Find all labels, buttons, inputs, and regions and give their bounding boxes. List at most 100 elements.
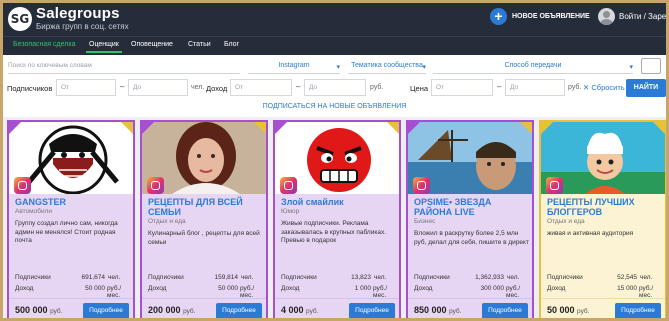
listing-card[interactable]: GANGSTER Автомобили Группу создал лично … (7, 120, 135, 318)
site-header: SG Salegroups Биржа групп в соц. сетях +… (3, 3, 666, 36)
income-from-input[interactable]: От (230, 79, 292, 96)
details-button[interactable]: Подробнее (615, 303, 661, 318)
details-button[interactable]: Подробнее (83, 303, 129, 318)
listing-title[interactable]: Злой смайлик (281, 197, 399, 207)
income-stat-unit: руб./мес. (107, 285, 122, 299)
listing-category: Юмор (281, 208, 300, 215)
listing-price: 500 000 руб. (15, 305, 62, 315)
price-value: 4 000 (281, 305, 304, 315)
subscribers-to-input[interactable]: До (128, 79, 188, 96)
listing-title[interactable]: РЕЦЕПТЫ ДЛЯ ВСЕЙ СЕМЬИ (148, 197, 266, 217)
income-stat-label: Доход (414, 285, 433, 292)
range-dash: – (296, 82, 301, 91)
user-icon[interactable] (598, 8, 615, 25)
listing-price: 4 000 руб. (281, 305, 318, 315)
nav-item-articles[interactable]: Статьи (188, 41, 211, 48)
login-label[interactable]: Войти / Зарегистрироваться (619, 12, 666, 21)
listing-title[interactable]: РЕЦЕПТЫ ЛУЧШИХ БЛОГГЕРОВ (547, 197, 665, 217)
subscribers-stat-value: 159,814 (214, 274, 239, 281)
pin-corner-icon (408, 122, 420, 134)
listing-title[interactable]: OPSIME• ЗВЕЗДА РАЙОНА LIVE (414, 197, 532, 217)
price-value: 850 000 (414, 305, 447, 315)
listing-body: РЕЦЕПТЫ ДЛЯ ВСЕЙ СЕМЬИ Отдых и еда Кулин… (142, 194, 266, 299)
new-ad-button[interactable]: + НОВОЕ ОБЪЯВЛЕНИЕ (490, 8, 590, 25)
listing-card-featured[interactable]: РЕЦЕПТЫ ЛУЧШИХ БЛОГГЕРОВ Отдых и еда жив… (539, 120, 666, 318)
chevron-down-icon: ▾ (422, 64, 426, 71)
price-unit: руб. (306, 308, 319, 315)
listing-price: 200 000 руб. (148, 305, 195, 315)
reset-button[interactable]: ✕ Сбросить (583, 83, 625, 92)
listing-body: РЕЦЕПТЫ ЛУЧШИХ БЛОГГЕРОВ Отдых и еда жив… (541, 194, 665, 299)
subscribers-from-input[interactable]: От (56, 79, 116, 96)
subscribers-label: Подписчиков (7, 84, 53, 93)
chevron-down-icon: ▾ (629, 64, 633, 71)
listing-card[interactable]: Злой смайлик Юмор Живые подписчики. Рекл… (273, 120, 401, 318)
price-to-input[interactable]: До (505, 79, 565, 96)
instagram-icon (546, 177, 563, 194)
listing-category: Бизнес (414, 218, 436, 225)
listing-body: GANGSTER Автомобили Группу создал лично … (9, 194, 133, 299)
site-tagline: Биржа групп в соц. сетях (36, 22, 129, 31)
income-stat-label: Доход (281, 285, 300, 292)
reset-label: Сбросить (591, 83, 625, 92)
nav-item-safe-deal[interactable]: Безопасная сделка (13, 41, 75, 48)
subscribers-stat-value: 1,362,933 (475, 274, 504, 281)
platform-value: Instagram (278, 62, 310, 69)
listing-body: Злой смайлик Юмор Живые подписчики. Рекл… (275, 194, 399, 299)
listing-title[interactable]: GANGSTER (15, 197, 133, 207)
listing-footer: 50 000 руб. Подробнее (541, 298, 665, 318)
plus-icon[interactable]: + (490, 8, 507, 25)
nav-item-alerts[interactable]: Оповещение (131, 41, 173, 48)
listing-footer: 850 000 руб. Подробнее (408, 298, 532, 318)
details-button[interactable]: Подробнее (482, 303, 528, 318)
verified-corner-icon (653, 122, 665, 134)
listing-category: Отдых и еда (547, 218, 585, 225)
subscribers-stat-label: Подписчики (547, 274, 583, 281)
listing-description: Живые подписчики. Реклама заказывалась в… (281, 220, 386, 244)
verified-corner-icon (121, 122, 133, 134)
platform-select[interactable]: Instagram ▾ (248, 60, 340, 74)
extra-filter-button[interactable] (641, 58, 661, 74)
subscribers-stat-label: Подписчики (148, 274, 184, 281)
subscribers-stat-unit: чел. (108, 274, 121, 281)
details-button[interactable]: Подробнее (216, 303, 262, 318)
search-input[interactable]: Поиск по ключевым словам (8, 60, 240, 74)
listing-description: Группу создал лично сам, никогда админ н… (15, 220, 118, 244)
nav-item-blog[interactable]: Блог (224, 41, 239, 48)
income-stat-value: 15 000 (617, 285, 637, 292)
login-link[interactable]: Войти / Зарегистрироваться (598, 8, 666, 25)
income-stat-label: Доход (15, 285, 34, 292)
new-ad-label[interactable]: НОВОЕ ОБЪЯВЛЕНИЕ (512, 13, 590, 20)
subscribers-stat-label: Подписчики (15, 274, 51, 281)
subscribers-stat-unit: чел. (640, 274, 653, 281)
price-value: 200 000 (148, 305, 181, 315)
transfer-select[interactable]: Способ передачи ▾ (433, 60, 633, 74)
details-button[interactable]: Подробнее (349, 303, 395, 318)
nav-item-appraiser[interactable]: Оценщик (86, 41, 122, 53)
subscribers-stat-value: 52,545 (617, 274, 637, 281)
verified-corner-icon (254, 122, 266, 134)
find-button[interactable]: НАЙТИ (626, 79, 666, 97)
instagram-icon (413, 177, 430, 194)
logo-icon[interactable]: SG (8, 7, 32, 31)
theme-select[interactable]: Тематика сообщества ▾ (348, 60, 426, 74)
instagram-icon (147, 177, 164, 194)
site-name[interactable]: Salegroups (36, 5, 120, 22)
price-unit: руб. (568, 84, 582, 91)
income-stat-unit: руб./мес. (639, 285, 654, 299)
income-label: Доход (206, 84, 228, 93)
listing-card[interactable]: OPSIME• ЗВЕЗДА РАЙОНА LIVE Бизнес Вложил… (406, 120, 534, 318)
subscribers-unit: чел. (191, 84, 205, 91)
income-stat-value: 1 000 (354, 285, 371, 292)
listing-card[interactable]: РЕЦЕПТЫ ДЛЯ ВСЕЙ СЕМЬИ Отдых и еда Кулин… (140, 120, 268, 318)
listing-category: Отдых и еда (148, 218, 186, 225)
subscribe-link[interactable]: ПОДПИСАТЬСЯ НА НОВЫЕ ОБЪЯВЛЕНИЯ (3, 103, 666, 110)
subscribers-stat-value: 13,823 (351, 274, 371, 281)
income-to-input[interactable]: До (304, 79, 366, 96)
pin-corner-icon (9, 122, 21, 134)
main-nav: Безопасная сделка Оценщик Оповещение Ста… (3, 36, 666, 55)
listing-description: Кулинарный блог , рецепты для всей семьи (148, 230, 260, 246)
price-from-input[interactable]: От (431, 79, 493, 96)
verified-corner-icon (387, 122, 399, 134)
verified-corner-icon (520, 122, 532, 134)
